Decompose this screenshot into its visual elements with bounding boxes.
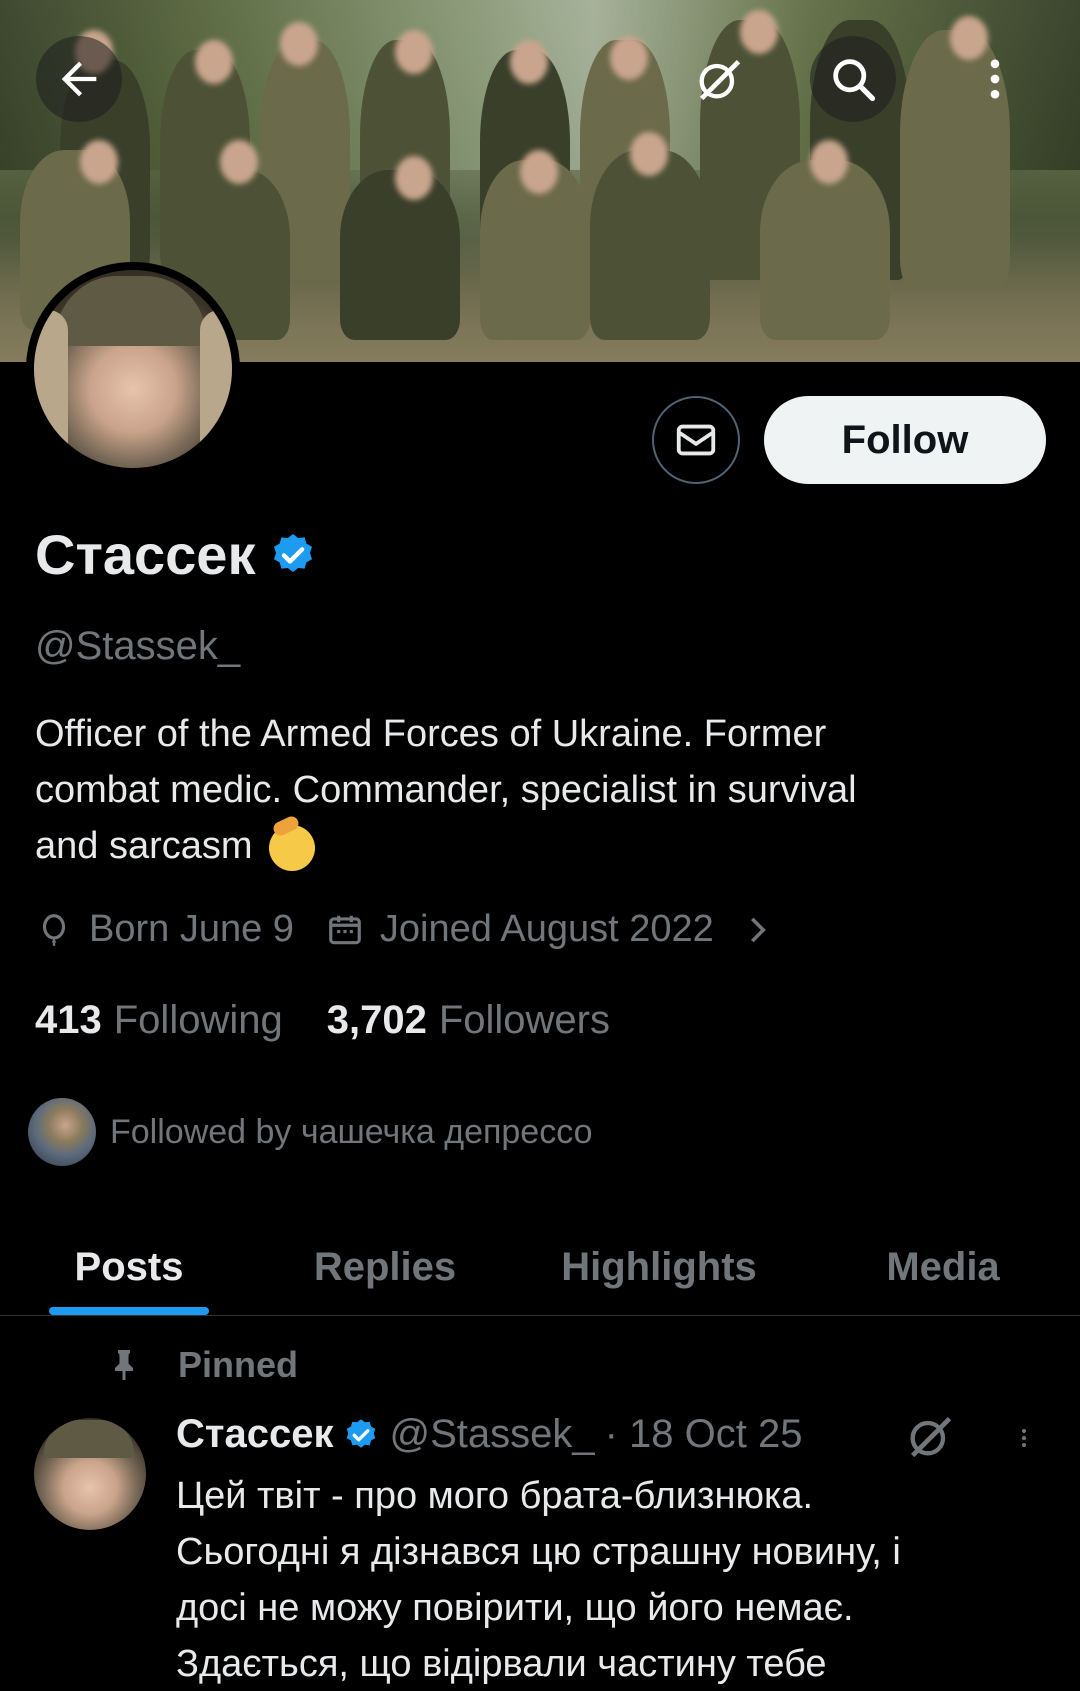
tab-highlights[interactable]: Highlights: [512, 1220, 806, 1315]
message-button[interactable]: [652, 396, 740, 484]
more-vertical-icon: [1022, 1429, 1026, 1447]
tab-label: Media: [886, 1245, 1000, 1289]
follow-counts: 413 Following 3,702 Followers: [35, 998, 610, 1043]
tab-media[interactable]: Media: [806, 1220, 1080, 1315]
tab-label: Posts: [74, 1245, 184, 1289]
tab-replies[interactable]: Replies: [258, 1220, 512, 1315]
following-count: 413: [35, 998, 102, 1042]
followers-count: 3,702: [326, 998, 427, 1042]
mail-icon: [676, 424, 716, 456]
grok-icon: [910, 1416, 952, 1458]
grok-icon: [699, 59, 741, 101]
follow-button[interactable]: Follow: [764, 396, 1046, 484]
post-author-name[interactable]: Стассек: [176, 1412, 333, 1457]
post-author-handle: @Stassek_: [389, 1412, 595, 1456]
followers-label: Followers: [438, 998, 610, 1042]
joined-text: Joined August 2022: [379, 908, 714, 950]
profile-name: Стассек: [35, 522, 317, 587]
bio-line: and sarcasm: [35, 825, 253, 867]
pinned-label: Pinned: [106, 1344, 298, 1386]
post-more-button[interactable]: [1012, 1416, 1036, 1465]
follower-avatar: [28, 1098, 96, 1166]
birthday-text: Born June 9: [89, 908, 294, 950]
pinned-text: Pinned: [178, 1344, 299, 1385]
post-header: Стассек @Stassek_ · 18 Oct 25: [176, 1412, 803, 1457]
arrow-left-icon: [61, 61, 97, 97]
post-line: Сьогодні я дізнався цю страшну новину, і: [176, 1531, 901, 1573]
followed-by[interactable]: Followed by чашечка депрессо: [28, 1098, 593, 1166]
more-vertical-icon: [990, 59, 1000, 99]
tab-label: Highlights: [561, 1245, 757, 1289]
verified-badge-icon: [347, 1418, 376, 1448]
search-button[interactable]: [810, 36, 896, 122]
bio-line: combat medic. Commander, specialist in s…: [35, 769, 857, 811]
following-link[interactable]: 413 Following: [35, 998, 283, 1043]
profile-avatar[interactable]: [26, 262, 240, 476]
balloon-icon: [42, 913, 66, 946]
post-date: · 18 Oct 25: [604, 1412, 803, 1456]
profile-bio: Officer of the Armed Forces of Ukraine. …: [35, 706, 1045, 874]
profile-name-text: Стассек: [35, 523, 256, 586]
bio-line: Officer of the Armed Forces of Ukraine. …: [35, 713, 827, 755]
verified-badge-icon[interactable]: [269, 531, 317, 579]
post-text: Цей твіт - про мого брата-близнюка. Сьог…: [176, 1468, 1046, 1691]
post-line: Цей твіт - про мого брата-близнюка.: [176, 1475, 814, 1517]
post-line: досі не можу повірити, що його немає.: [176, 1587, 854, 1629]
tab-posts[interactable]: Posts: [0, 1220, 258, 1315]
calendar-icon: [329, 915, 361, 944]
saluting-face-emoji-icon: [269, 824, 316, 871]
more-button[interactable]: [952, 36, 1038, 122]
post-line: Здається, що відірвали частину тебе: [176, 1643, 827, 1685]
post-author-avatar[interactable]: [34, 1418, 146, 1530]
chevron-right-icon[interactable]: [738, 911, 776, 949]
profile-handle: @Stassek_: [35, 624, 241, 668]
followed-by-text: Followed by чашечка депрессо: [110, 1112, 593, 1151]
following-label: Following: [113, 998, 283, 1042]
grok-button[interactable]: [676, 36, 762, 122]
followers-link[interactable]: 3,702 Followers: [327, 998, 610, 1043]
search-icon: [833, 59, 876, 102]
active-tab-indicator: [49, 1307, 209, 1315]
profile-meta: Born June 9 Joined August 2022: [35, 908, 792, 951]
profile-tabs: Posts Replies Highlights Media: [0, 1220, 1080, 1316]
back-button[interactable]: [36, 36, 122, 122]
post-grok-button[interactable]: [904, 1410, 956, 1467]
pin-icon: [115, 1350, 133, 1380]
tab-label: Replies: [313, 1245, 457, 1289]
